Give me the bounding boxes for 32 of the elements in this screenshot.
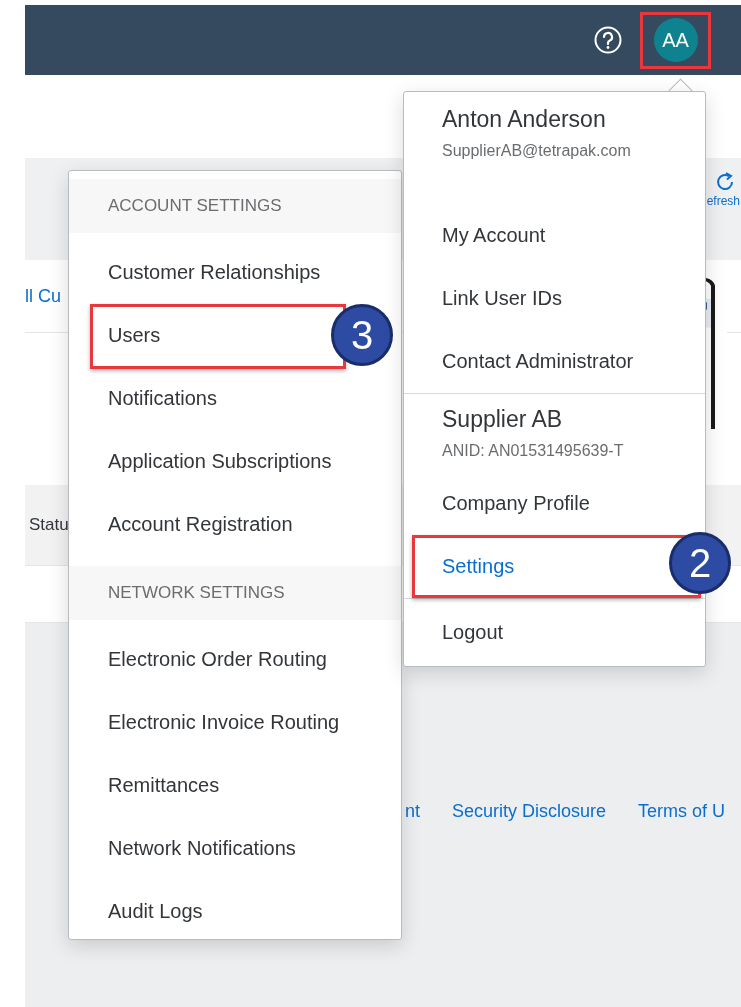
menu-item[interactable]: Company Profile bbox=[442, 492, 590, 515]
menu-item[interactable]: Network Notifications bbox=[108, 837, 296, 860]
menu-item[interactable]: Application Subscriptions bbox=[108, 450, 332, 473]
user-email: SupplierAB@tetrapak.com bbox=[441, 141, 632, 161]
menu-item[interactable]: Contact Administrator bbox=[442, 350, 634, 373]
account-id: ANID: AN01531495639-T bbox=[441, 442, 625, 461]
refresh-label[interactable]: efresh bbox=[706, 194, 740, 208]
footer-link[interactable]: Terms of U bbox=[638, 801, 726, 822]
footer-link[interactable]: Security Disclosure bbox=[452, 801, 607, 822]
menu-item[interactable]: Notifications bbox=[108, 387, 217, 410]
column-header: Statu bbox=[29, 515, 69, 535]
help-icon[interactable] bbox=[594, 26, 622, 54]
avatar-button[interactable]: AA bbox=[653, 18, 698, 62]
logout-link[interactable]: Logout bbox=[442, 620, 504, 644]
menu-item[interactable]: Link User IDs bbox=[442, 287, 563, 310]
menu-item[interactable]: Account Registration bbox=[108, 513, 293, 536]
menu-item[interactable]: Remittances bbox=[108, 774, 220, 797]
menu-item[interactable]: My Account bbox=[442, 224, 546, 247]
user-name: Anton Anderson bbox=[441, 106, 607, 134]
section-title: ACCOUNT SETTINGS bbox=[108, 196, 282, 216]
menu-item[interactable]: Users bbox=[108, 324, 161, 347]
menu-item[interactable]: Settings bbox=[442, 555, 515, 578]
link[interactable]: ll Cu bbox=[25, 285, 61, 307]
company-name: Supplier AB bbox=[441, 405, 564, 434]
step-number-badge: 2 bbox=[669, 532, 731, 594]
menu-item[interactable]: Electronic Order Routing bbox=[108, 648, 327, 671]
footer-link[interactable]: nt bbox=[405, 801, 420, 822]
menu-item[interactable]: Electronic Invoice Routing bbox=[108, 711, 340, 734]
menu-item[interactable]: Customer Relationships bbox=[108, 261, 321, 284]
section-title: NETWORK SETTINGS bbox=[108, 583, 285, 603]
step-number-badge: 3 bbox=[331, 304, 393, 366]
menu-item[interactable]: Audit Logs bbox=[108, 900, 203, 923]
